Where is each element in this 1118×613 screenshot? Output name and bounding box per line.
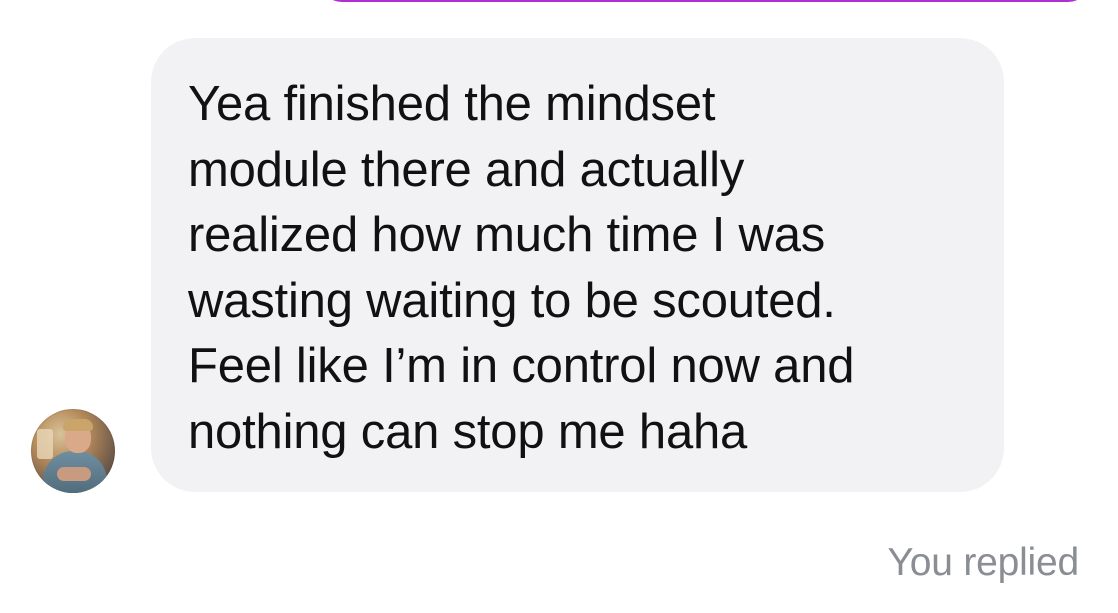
avatar-background-detail xyxy=(37,429,53,459)
message-text: Yea finished the mindset module there an… xyxy=(188,77,855,459)
chat-screen: Yea finished the mindset module there an… xyxy=(0,0,1118,613)
reply-status: You replied xyxy=(887,541,1079,584)
avatar-hands xyxy=(57,467,91,481)
incoming-message-row: Yea finished the mindset module there an… xyxy=(0,0,1118,613)
message-bubble[interactable]: Yea finished the mindset module there an… xyxy=(151,38,1004,492)
avatar-hair xyxy=(63,419,93,431)
sender-avatar[interactable] xyxy=(31,409,115,493)
